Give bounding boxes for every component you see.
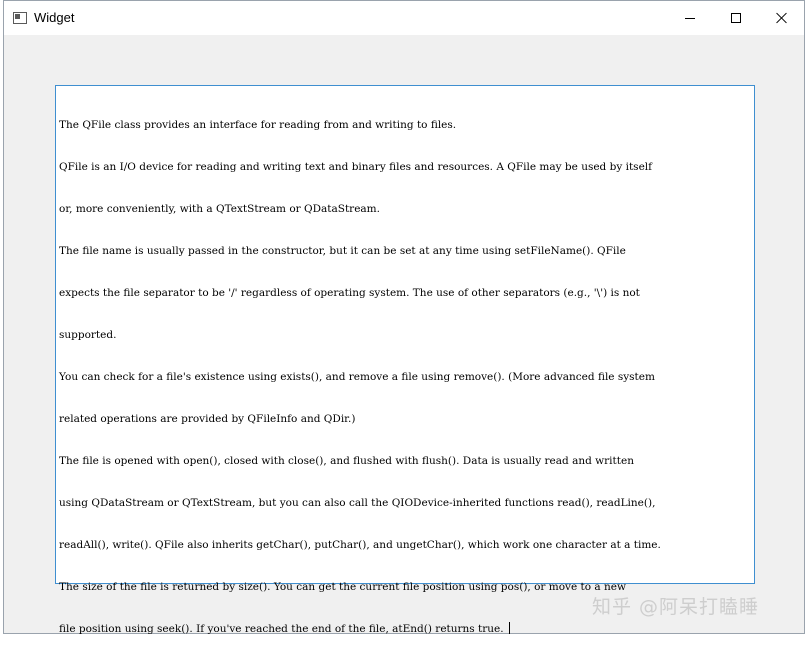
text-line: You can check for a file's existence usi… <box>59 371 655 383</box>
title-bar[interactable]: Widget <box>4 1 804 35</box>
text-line: The file is opened with open(), closed w… <box>59 455 634 467</box>
window-title: Widget <box>34 10 75 25</box>
text-caret <box>508 622 510 634</box>
text-edit[interactable]: The QFile class provides an interface fo… <box>55 85 755 635</box>
app-window-icon <box>13 12 27 24</box>
close-button[interactable] <box>759 1 805 35</box>
text-line: or, more conveniently, with a QTextStrea… <box>59 203 380 215</box>
text-line: readAll(), write(). QFile also inherits … <box>59 539 661 551</box>
minimize-button[interactable] <box>667 1 713 35</box>
text-line: related operations are provided by QFile… <box>59 413 356 425</box>
text-line: expects the file separator to be '/' reg… <box>59 287 640 299</box>
text-line-last: file position using seek(). If you've re… <box>59 622 751 636</box>
close-icon <box>776 12 788 24</box>
text-line: The QFile class provides an interface fo… <box>59 119 457 131</box>
widget-window: Widget The QFile class provides an inter… <box>3 0 805 635</box>
text-line: The file name is usually passed in the c… <box>59 245 626 257</box>
watermark: 知乎 @阿呆打瞌睡 <box>592 596 760 618</box>
maximize-icon <box>731 13 741 23</box>
text-content[interactable]: The QFile class provides an interface fo… <box>59 90 751 664</box>
minimize-icon <box>685 17 695 19</box>
text-line: using QDataStream or QTextStream, but yo… <box>59 497 656 509</box>
text-line: QFile is an I/O device for reading and w… <box>59 161 653 173</box>
text-line: file position using seek(). If you've re… <box>59 623 507 635</box>
maximize-button[interactable] <box>713 1 759 35</box>
text-line: supported. <box>59 329 117 341</box>
